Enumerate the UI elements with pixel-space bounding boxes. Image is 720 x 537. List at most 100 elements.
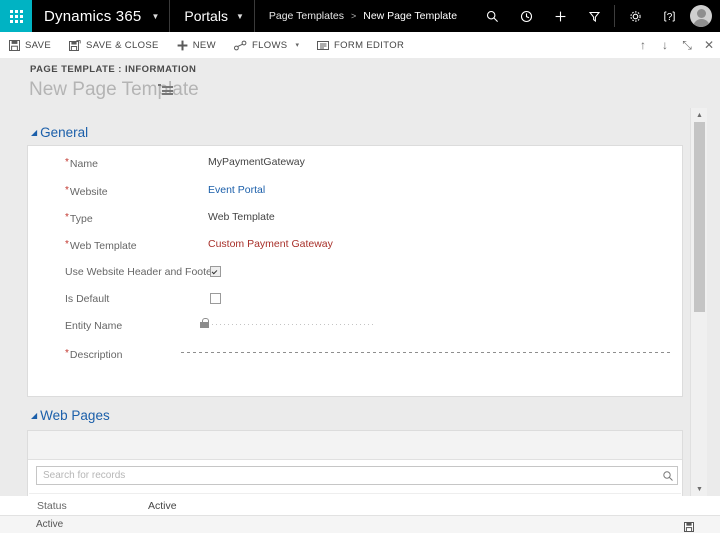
filter-icon[interactable]	[577, 0, 611, 32]
required-marker-description: *	[65, 348, 69, 359]
form-editor-button[interactable]: FORM EDITOR	[308, 32, 413, 58]
form-selector-bar-1	[162, 86, 173, 88]
field-row-web-template: *Web Template Custom Payment Gateway	[28, 233, 682, 260]
field-label-web-template: *Web Template	[65, 239, 137, 252]
svg-text:?: ?	[666, 12, 672, 23]
save-button-label: SAVE	[25, 39, 52, 51]
command-bar: SAVE SAVE & CLOSE NEW FLOWS ▾ FORM EDITO…	[0, 32, 720, 59]
flows-button-label: FLOWS	[251, 39, 288, 51]
subgrid-toolbar	[28, 431, 682, 460]
breadcrumb: Page Templates > New Page Template	[255, 10, 457, 22]
form-selector-bar-3	[162, 93, 173, 95]
footer-status-text: Active	[36, 519, 64, 530]
field-row-description: *Description	[28, 342, 682, 382]
new-record-icon[interactable]	[543, 0, 577, 32]
status-footer-bar: Active	[0, 515, 720, 533]
field-label-description: *Description	[65, 348, 123, 361]
field-label-use-website-header-and-footer: Use Website Header and Footer	[65, 266, 216, 278]
save-icon[interactable]	[684, 519, 694, 532]
search-input[interactable]	[41, 467, 645, 484]
save-close-icon	[69, 39, 81, 51]
settings-icon[interactable]	[618, 0, 652, 32]
breadcrumb-item-page-templates[interactable]: Page Templates	[269, 10, 344, 22]
field-value-web-template-lookup[interactable]: Custom Payment Gateway	[208, 238, 333, 250]
form-selector-icon[interactable]	[158, 84, 173, 97]
app-area-portals[interactable]: Portals	[170, 8, 234, 24]
field-label-is-default: Is Default	[65, 293, 110, 305]
field-row-website: *Website Event Portal	[28, 179, 682, 206]
web-pages-subgrid: Name ↑ Partial URL Parent Page Website D…	[27, 430, 683, 496]
field-value-entity-name-readonly	[212, 324, 374, 325]
field-label-entity-name: Entity Name	[65, 320, 123, 332]
breadcrumb-item-current: New Page Template	[363, 10, 458, 22]
top-navigation-bar: Dynamics 365 ▼ Portals ▼ Page Templates …	[0, 0, 720, 32]
previous-record-button[interactable]: ↑	[632, 32, 654, 58]
waffle-grid	[9, 9, 23, 23]
recent-icon[interactable]	[509, 0, 543, 32]
app-launcher-icon[interactable]	[0, 0, 32, 32]
next-record-button[interactable]: ↓	[654, 32, 676, 58]
status-field-row: Status Active	[0, 496, 720, 515]
area-chevron-down-icon[interactable]: ▼	[234, 12, 254, 21]
popout-button[interactable]: ⤡	[676, 32, 698, 58]
flows-button[interactable]: FLOWS ▾	[225, 32, 308, 58]
field-row-is-default: Is Default	[28, 287, 682, 314]
section-header-web-pages[interactable]: ◢ Web Pages	[31, 408, 110, 423]
collapse-toggle-icon-general[interactable]: ◢	[31, 128, 37, 137]
scroll-down-button[interactable]: ▼	[691, 482, 708, 496]
page-subtitle: PAGE TEMPLATE : INFORMATION	[30, 64, 197, 75]
form-selector-bar-2	[162, 89, 173, 92]
form-selector-tick	[158, 84, 161, 86]
field-label-website: *Website	[65, 185, 108, 198]
field-value-website-lookup[interactable]: Event Portal	[208, 184, 265, 196]
field-value-name[interactable]: MyPaymentGateway	[208, 156, 305, 168]
field-value-description-input[interactable]	[181, 352, 673, 353]
collapse-toggle-icon-web-pages[interactable]: ◢	[31, 411, 37, 420]
new-button-label: NEW	[192, 39, 216, 51]
field-value-type[interactable]: Web Template	[208, 211, 275, 223]
vertical-scrollbar[interactable]: ▲ ▼	[690, 108, 708, 496]
field-label-type: *Type	[65, 212, 93, 225]
section-title-web-pages: Web Pages	[40, 408, 110, 423]
chevron-down-icon: ▾	[295, 42, 299, 49]
field-row-entity-name: Entity Name	[28, 314, 682, 341]
field-value-status[interactable]: Active	[148, 500, 177, 512]
section-title-general: General	[40, 125, 89, 140]
plus-icon	[177, 40, 188, 51]
section-header-general[interactable]: ◢ General	[31, 125, 88, 140]
flows-icon	[233, 40, 247, 51]
brand-title[interactable]: Dynamics 365	[32, 8, 149, 25]
page-title[interactable]: New Page Template	[29, 79, 199, 101]
dynamics365-page-template-form: Dynamics 365 ▼ Portals ▼ Page Templates …	[0, 0, 720, 533]
scroll-up-button[interactable]: ▲	[691, 108, 708, 122]
close-button[interactable]: ✕	[698, 32, 720, 58]
brand-chevron-down-icon[interactable]: ▼	[149, 12, 169, 21]
checkbox-use-website-header-and-footer[interactable]	[210, 266, 221, 277]
form-canvas: ◢ General *Name MyPaymentGateway *Website…	[0, 108, 690, 496]
form-editor-icon	[316, 40, 329, 51]
field-row-name: *Name MyPaymentGateway	[28, 151, 682, 178]
form-body: ◢ General *Name MyPaymentGateway *Website…	[0, 108, 720, 496]
required-marker-type: *	[65, 212, 69, 223]
field-label-status: Status	[37, 500, 67, 512]
lock-icon	[200, 318, 209, 328]
right-gutter	[707, 108, 720, 496]
scrollbar-thumb[interactable]	[694, 122, 705, 312]
save-icon	[9, 39, 20, 51]
checkbox-is-default[interactable]	[210, 293, 221, 304]
form-editor-button-label: FORM EDITOR	[333, 39, 405, 51]
search-icon[interactable]	[662, 469, 674, 481]
avatar[interactable]	[690, 5, 712, 27]
help-icon[interactable]: ?	[652, 0, 686, 32]
general-field-card: *Name MyPaymentGateway *Website Event Po…	[27, 145, 683, 397]
required-marker-website: *	[65, 185, 69, 196]
search-icon[interactable]	[475, 0, 509, 32]
field-label-name: *Name	[65, 157, 98, 170]
new-button[interactable]: NEW	[168, 32, 225, 58]
field-row-type: *Type Web Template	[28, 206, 682, 233]
breadcrumb-separator-icon: >	[350, 11, 357, 21]
save-and-close-button[interactable]: SAVE & CLOSE	[60, 32, 168, 58]
save-button[interactable]: SAVE	[0, 32, 60, 58]
nav-divider-3	[614, 5, 615, 27]
subgrid-search-box[interactable]	[36, 466, 678, 485]
